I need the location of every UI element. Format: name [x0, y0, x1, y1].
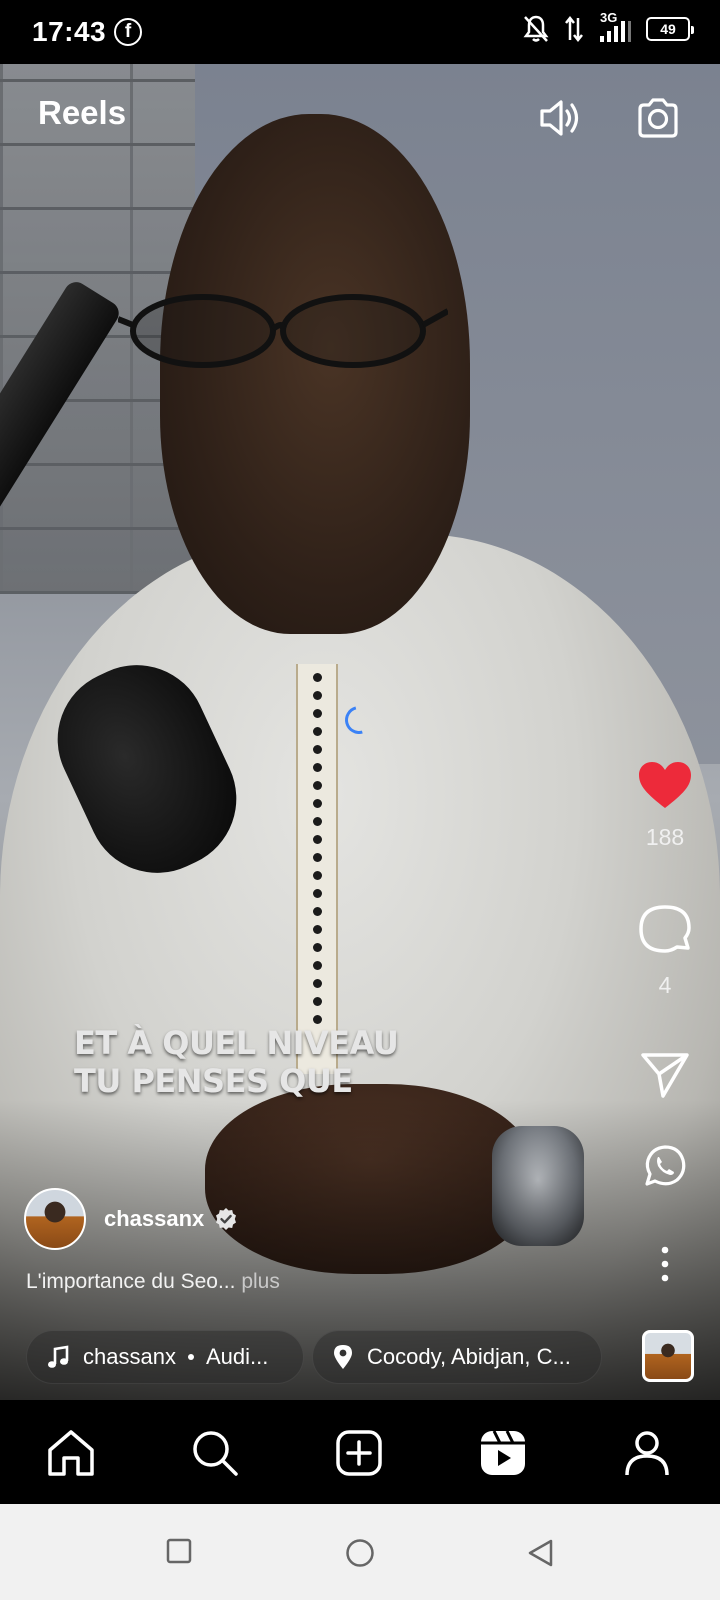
system-nav [0, 1504, 720, 1600]
whatsapp-action [610, 1142, 720, 1190]
robe-embroidery [296, 664, 338, 1074]
caption-line: ET À QUEL NIVEAU [74, 1024, 399, 1062]
facebook-icon: f [114, 18, 142, 46]
more-icon[interactable] [659, 1244, 671, 1284]
recents-button[interactable] [166, 1538, 192, 1564]
data-arrows-icon [565, 15, 583, 43]
home-button[interactable] [345, 1538, 375, 1568]
bottom-nav [0, 1400, 720, 1504]
create-icon[interactable] [334, 1428, 384, 1478]
volume-icon[interactable] [536, 94, 584, 142]
post-description[interactable]: L'importance du Seo... plus [26, 1270, 280, 1294]
signal-icon [600, 21, 631, 42]
share-action [610, 1050, 720, 1100]
page-title: Reels [38, 94, 127, 131]
person-head [160, 114, 470, 634]
notifications-off-icon [523, 15, 549, 42]
battery-icon: 49 [646, 17, 694, 41]
battery-level: 49 [660, 21, 676, 37]
status-icons: 3G 49 [522, 10, 694, 44]
video-caption: ET À QUEL NIVEAU TU PENSES QUE [74, 1024, 399, 1100]
audio-author: chassanx [83, 1344, 176, 1369]
avatar[interactable] [24, 1188, 86, 1250]
profile-icon[interactable] [622, 1428, 672, 1478]
status-time: 17:43 [32, 16, 107, 47]
comment-action: 4 [610, 902, 720, 999]
verified-badge-icon [216, 1208, 237, 1230]
comment-icon[interactable] [637, 902, 693, 958]
home-icon[interactable] [46, 1428, 96, 1478]
heart-icon[interactable] [637, 760, 693, 810]
reels-icon[interactable] [478, 1428, 528, 1478]
audio-thumbnail[interactable] [642, 1330, 694, 1382]
comment-count: 4 [658, 972, 672, 998]
more-link[interactable]: plus [241, 1270, 280, 1293]
location-text: Cocody, Abidjan, C... [367, 1344, 571, 1369]
glasses [118, 294, 448, 368]
audio-chip[interactable]: chassanx Audi... [26, 1330, 304, 1384]
music-note-icon [48, 1345, 69, 1368]
share-icon[interactable] [639, 1050, 691, 1100]
whatsapp-icon[interactable] [641, 1142, 689, 1190]
search-icon[interactable] [190, 1428, 240, 1478]
description-text: L'importance du Seo... [26, 1270, 236, 1293]
like-action: 188 [610, 760, 720, 851]
like-count[interactable]: 188 [646, 824, 684, 851]
back-button[interactable] [526, 1538, 554, 1568]
author-name[interactable]: chassanx [104, 1206, 204, 1232]
status-bar: 17:43 f 3G 49 [0, 0, 720, 64]
location-chip[interactable]: Cocody, Abidjan, C... [312, 1330, 602, 1384]
more-action [610, 1244, 720, 1284]
caption-line: TU PENSES QUE [74, 1062, 353, 1100]
audio-label: Audi... [205, 1344, 269, 1369]
camera-icon[interactable] [634, 94, 682, 142]
author-row: chassanx [24, 1188, 238, 1250]
location-pin-icon [334, 1345, 352, 1369]
separator-dot [187, 1354, 194, 1360]
